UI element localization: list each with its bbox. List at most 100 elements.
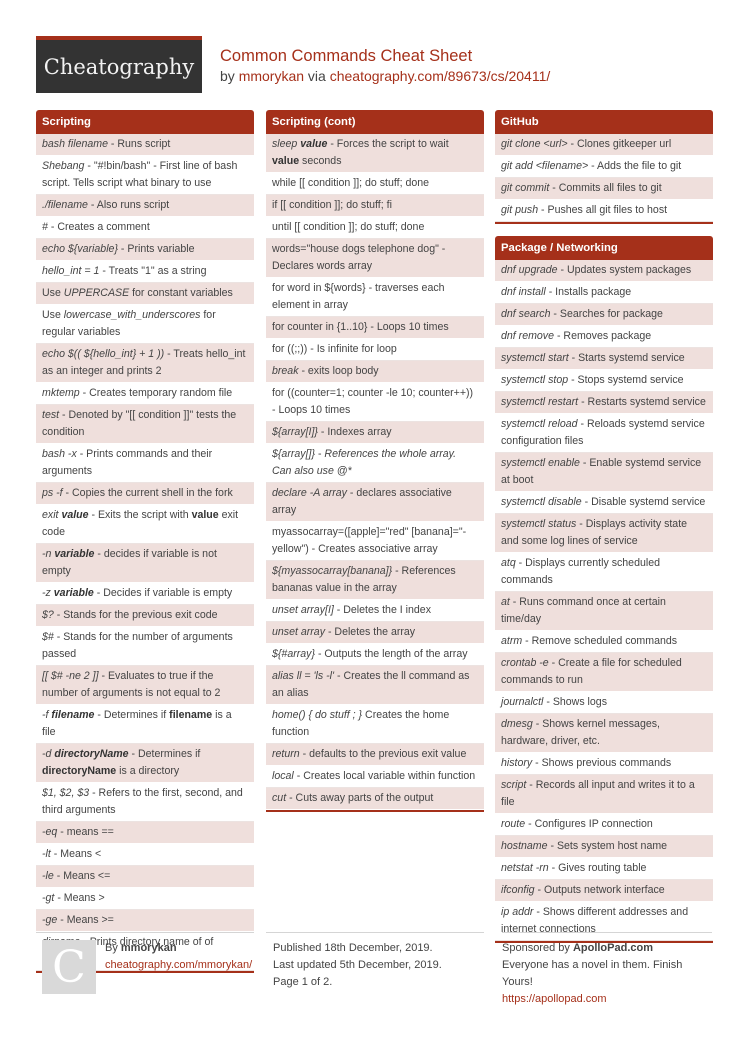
list-item: bash filename - Runs script xyxy=(36,134,254,156)
by-label: By xyxy=(105,942,121,954)
published-date: Published 18th December, 2019. xyxy=(273,942,433,954)
page-number: Page 1 of 2. xyxy=(273,976,333,988)
section-scripting-cont: Scripting (cont) sleep value - Forces th… xyxy=(266,110,484,812)
list-item: for ((counter=1; counter -le 10; counter… xyxy=(266,383,484,422)
section-rows: sleep value - Forces the script to wait … xyxy=(266,134,484,810)
byline: by mmorykan via cheatography.com/89673/c… xyxy=(220,66,550,86)
list-item: systemctl status - Displays activity sta… xyxy=(495,514,713,553)
section-header: Package / Networking xyxy=(495,236,713,260)
list-item: test - Denoted by "[[ condition ]]" test… xyxy=(36,405,254,444)
column-1: Scripting bash filename - Runs script She… xyxy=(36,110,254,985)
section-header: Scripting xyxy=(36,110,254,134)
list-item: mktemp - Creates temporary random file xyxy=(36,383,254,405)
list-item: dnf install - Installs package xyxy=(495,282,713,304)
list-item: journalctl - Shows logs xyxy=(495,692,713,714)
footer-divider xyxy=(266,932,484,933)
list-item: systemctl restart - Restarts systemd ser… xyxy=(495,392,713,414)
list-item: at - Runs command once at certain time/d… xyxy=(495,592,713,631)
author-profile-link[interactable]: cheatography.com/mmorykan/ xyxy=(105,957,252,974)
list-item: ${myassocarray[banana]} - References ban… xyxy=(266,561,484,600)
section-github: GitHub git clone <url> - Clones gitkeepe… xyxy=(495,110,713,224)
list-item: systemctl start - Starts systemd service xyxy=(495,348,713,370)
list-item: dmesg - Shows kernel messages, hardware,… xyxy=(495,714,713,753)
author-link[interactable]: mmorykan xyxy=(239,68,304,84)
footer-author: By mmorykan cheatography.com/mmorykan/ xyxy=(105,940,252,974)
list-item: local - Creates local variable within fu… xyxy=(266,766,484,788)
footer-author-name: mmorykan xyxy=(120,942,177,954)
list-item: ${array[I]} - Indexes array xyxy=(266,422,484,444)
avatar-letter: C xyxy=(52,941,86,993)
footer-divider xyxy=(36,932,254,933)
list-item: git clone <url> - Clones gitkeeper url xyxy=(495,134,713,156)
list-item: atrm - Remove scheduled commands xyxy=(495,631,713,653)
list-item: dnf remove - Removes package xyxy=(495,326,713,348)
list-item: ifconfig - Outputs network interface xyxy=(495,880,713,902)
cheatography-logo[interactable]: Cheatography xyxy=(36,36,202,93)
footer-divider xyxy=(502,932,712,933)
list-item: sleep value - Forces the script to wait … xyxy=(266,134,484,173)
section-rows: bash filename - Runs script Shebang - "#!… xyxy=(36,134,254,971)
list-item: hello_int = 1 - Treats "1" as a string xyxy=(36,261,254,283)
list-item: # - Creates a comment xyxy=(36,217,254,239)
list-item: -eq - means == xyxy=(36,822,254,844)
column-2: Scripting (cont) sleep value - Forces th… xyxy=(266,110,484,824)
list-item: systemctl disable - Disable systemd serv… xyxy=(495,492,713,514)
list-item: dnf search - Searches for package xyxy=(495,304,713,326)
list-item: break - exits loop body xyxy=(266,361,484,383)
footer-publication-info: Published 18th December, 2019. Last upda… xyxy=(273,940,442,991)
list-item: systemctl reload - Reloads systemd servi… xyxy=(495,414,713,453)
list-item: -f filename - Determines if filename is … xyxy=(36,705,254,744)
list-item: systemctl stop - Stops systemd service xyxy=(495,370,713,392)
section-scripting: Scripting bash filename - Runs script She… xyxy=(36,110,254,973)
list-item: script - Records all input and writes it… xyxy=(495,775,713,814)
list-item: git commit - Commits all files to git xyxy=(495,178,713,200)
column-3: GitHub git clone <url> - Clones gitkeepe… xyxy=(495,110,713,955)
list-item: alias ll = 'ls -l' - Creates the ll comm… xyxy=(266,666,484,705)
section-header: GitHub xyxy=(495,110,713,134)
via-text: via xyxy=(304,68,330,84)
list-item: -n variable - decides if variable is not… xyxy=(36,544,254,583)
list-item: Use UPPERCASE for constant variables xyxy=(36,283,254,305)
list-item: -lt - Means < xyxy=(36,844,254,866)
section-rows: dnf upgrade - Updates system packages dnf… xyxy=(495,260,713,941)
list-item: netstat -rn - Gives routing table xyxy=(495,858,713,880)
list-item: return - defaults to the previous exit v… xyxy=(266,744,484,766)
sheet-url-link[interactable]: cheatography.com/89673/cs/20411/ xyxy=(330,68,551,84)
title-block: Common Commands Cheat Sheet by mmorykan … xyxy=(220,46,550,86)
list-item: ps -f - Copies the current shell in the … xyxy=(36,483,254,505)
author-avatar[interactable]: C xyxy=(42,940,96,994)
list-item: for ((;;)) - Is infinite for loop xyxy=(266,339,484,361)
list-item: until [[ condition ]]; do stuff; done xyxy=(266,217,484,239)
list-item: -gt - Means > xyxy=(36,888,254,910)
list-item: dnf upgrade - Updates system packages xyxy=(495,260,713,282)
list-item: git push - Pushes all git files to host xyxy=(495,200,713,222)
section-header: Scripting (cont) xyxy=(266,110,484,134)
list-item: $? - Stands for the previous exit code xyxy=(36,605,254,627)
sponsor-link[interactable]: https://apollopad.com xyxy=(502,991,712,1008)
list-item: home() { do stuff ; } Creates the home f… xyxy=(266,705,484,744)
list-item: -d directoryName - Determines if directo… xyxy=(36,744,254,783)
list-item: unset array - Deletes the array xyxy=(266,622,484,644)
list-item: for word in ${words} - traverses each el… xyxy=(266,278,484,317)
section-rows: git clone <url> - Clones gitkeeper url gi… xyxy=(495,134,713,222)
list-item: exit value - Exits the script with value… xyxy=(36,505,254,544)
list-item: ${array[]} - References the whole array.… xyxy=(266,444,484,483)
list-item: ./filename - Also runs script xyxy=(36,195,254,217)
list-item: echo ${variable} - Prints variable xyxy=(36,239,254,261)
list-item: history - Shows previous commands xyxy=(495,753,713,775)
list-item: declare -A array - declares associative … xyxy=(266,483,484,522)
by-prefix: by xyxy=(220,68,239,84)
list-item: Use lowercase_with_underscores for regul… xyxy=(36,305,254,344)
list-item: Shebang - "#!bin/bash" - First line of b… xyxy=(36,156,254,195)
list-item: -z variable - Decides if variable is emp… xyxy=(36,583,254,605)
list-item: ip addr - Shows different addresses and … xyxy=(495,902,713,941)
list-item: unset array[I] - Deletes the I index xyxy=(266,600,484,622)
list-item: $1, $2, $3 - Refers to the first, second… xyxy=(36,783,254,822)
list-item: for counter in {1..10} - Loops 10 times xyxy=(266,317,484,339)
list-item: git add <filename> - Adds the file to gi… xyxy=(495,156,713,178)
page-title: Common Commands Cheat Sheet xyxy=(220,47,473,65)
footer-sponsor: Sponsored by ApolloPad.com Everyone has … xyxy=(502,940,712,1008)
logo-text: Cheatography xyxy=(43,54,195,79)
list-item: route - Configures IP connection xyxy=(495,814,713,836)
list-item: hostname - Sets system host name xyxy=(495,836,713,858)
